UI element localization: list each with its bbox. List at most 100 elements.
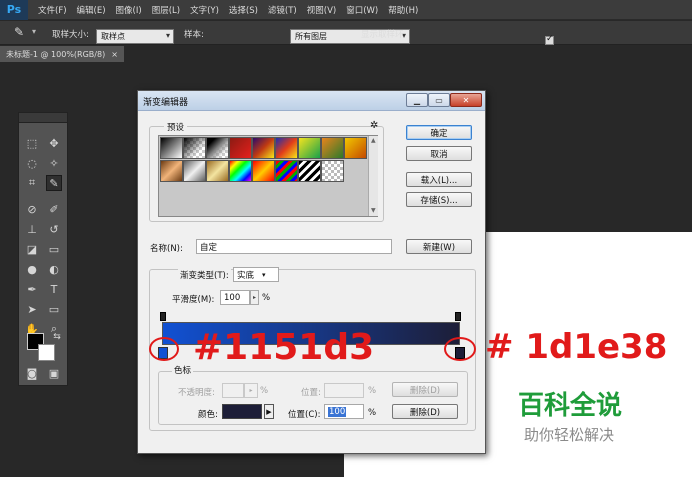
delete-color-stop-button[interactable]: 删除(D) [392,404,458,419]
history-brush-icon[interactable]: ↺ [46,221,62,237]
watermark-subtitle: 助你轻松解决 [524,426,615,444]
presets-gear-icon[interactable]: ✲ [370,120,378,131]
menu-type[interactable]: 文字(Y) [190,4,219,16]
menu-edit[interactable]: 编辑(E) [77,4,106,16]
sample-size-select[interactable]: 取样点 [96,29,174,44]
type-tool-icon[interactable]: T [46,281,62,297]
menu-file[interactable]: 文件(F) [38,4,67,16]
preset-swatch[interactable] [275,160,298,182]
smoothness-field[interactable]: 100 [220,290,250,305]
presets-scrollbar[interactable]: ▲ ▼ [368,136,378,216]
preset-swatch[interactable] [344,137,367,159]
shape-tool-icon[interactable]: ▭ [46,301,62,317]
blur-tool-icon[interactable]: ● [24,261,40,277]
document-tab[interactable]: 未标题-1 @ 100%(RGB/8) × [0,46,124,62]
preset-swatch[interactable] [183,160,206,182]
smoothness-stepper-icon[interactable]: ▸ [250,290,259,305]
preset-swatch[interactable] [229,160,252,182]
brush-tool-icon[interactable]: ✐ [46,201,62,217]
lasso-tool-icon[interactable]: ◌ [24,155,40,171]
maximize-icon[interactable]: ▭ [428,93,450,107]
tool-preset-chevron-icon[interactable]: ▾ [32,27,36,36]
move-tool-icon[interactable]: ✥ [46,135,62,151]
path-select-icon[interactable]: ➤ [24,301,40,317]
color-location-unit: % [368,408,377,418]
right-hex-annotation: # 1d1e38 [485,327,668,367]
menu-image[interactable]: 图像(I) [116,4,142,16]
preset-swatch[interactable] [252,137,275,159]
delete-opacity-stop-button: 删除(D) [392,382,458,397]
menu-select[interactable]: 选择(S) [229,4,258,16]
smoothness-unit: % [262,293,271,303]
opacity-label: 不透明度: [178,388,215,398]
color-label: 颜色: [198,410,218,420]
background-color-swatch[interactable] [38,344,55,361]
opacity-stop-left[interactable] [160,312,166,321]
gradient-type-value: 实底 [237,270,255,281]
opacity-field [222,383,244,398]
watermark-title: 百科全说 [518,391,623,421]
color-location-value: 100 [328,406,347,417]
eraser-tool-icon[interactable]: ◪ [24,241,40,257]
clone-stamp-icon[interactable]: ⊥ [24,221,40,237]
menu-view[interactable]: 视图(V) [307,4,336,16]
show-ring-checkbox[interactable] [545,34,554,45]
load-button[interactable]: 载入(L)... [406,172,472,187]
new-button[interactable]: 新建(W) [406,239,472,254]
eyedropper-tool-icon[interactable]: ✎ [14,25,24,39]
menu-filter[interactable]: 滤镜(T) [268,4,297,16]
location-unit: % [368,386,377,396]
menu-layer[interactable]: 图层(L) [152,4,180,16]
gradient-type-select[interactable]: 实底 ▾ [233,267,279,282]
preset-swatch[interactable] [229,137,252,159]
toolbox-header[interactable] [19,113,67,123]
preset-swatch[interactable] [206,160,229,182]
eyedropper-tool-icon-active[interactable]: ✎ [46,175,62,191]
preset-swatch[interactable] [298,160,321,182]
preset-swatch[interactable] [321,160,344,182]
dodge-tool-icon[interactable]: ◐ [46,261,62,277]
menu-window[interactable]: 窗口(W) [346,4,378,16]
dialog-titlebar[interactable]: 渐变编辑器 ▁ ▭ ✕ [138,91,485,111]
preset-swatch[interactable] [252,160,275,182]
left-hex-annotation: #1151d3 [193,327,375,368]
ok-button[interactable]: 确定 [406,125,472,140]
dialog-title: 渐变编辑器 [143,98,189,108]
quick-select-tool-icon[interactable]: ✧ [46,155,62,171]
quick-mask-icon[interactable]: ◙ [24,365,40,381]
menubar: Ps 文件(F) 编辑(E) 图像(I) 图层(L) 文字(Y) 选择(S) 滤… [0,0,692,20]
gradient-editor-dialog: 渐变编辑器 ▁ ▭ ✕ 预设 ✲ ▲ ▼ 确定 取消 载入(L)... 存储(S… [137,90,486,454]
preset-swatch[interactable] [160,137,183,159]
preset-swatch[interactable] [183,137,206,159]
smoothness-label: 平滑度(M): [172,295,215,305]
gradient-tool-icon[interactable]: ▭ [46,241,62,257]
menu-help[interactable]: 帮助(H) [388,4,418,16]
color-menu-arrow-icon[interactable]: ▶ [264,404,274,419]
pen-tool-icon[interactable]: ✒ [24,281,40,297]
crop-tool-icon[interactable]: ⌗ [24,175,40,191]
marquee-tool-icon[interactable]: ⬚ [24,135,40,151]
minimize-icon[interactable]: ▁ [406,93,428,107]
color-location-field[interactable]: 100 [324,404,364,419]
cancel-button[interactable]: 取消 [406,146,472,161]
preset-swatch[interactable] [206,137,229,159]
close-tab-icon[interactable]: × [111,50,118,59]
preset-swatch[interactable] [321,137,344,159]
screen-mode-icon[interactable]: ▣ [46,365,62,381]
opacity-stop-right[interactable] [455,312,461,321]
scroll-down-icon[interactable]: ▼ [371,207,376,214]
stop-color-swatch[interactable] [222,404,262,419]
healing-brush-icon[interactable]: ⊘ [24,201,40,217]
preset-swatch[interactable] [160,160,183,182]
toolbox: ⬚ ✥ ◌ ✧ ⌗ ✎ ⊘ ✐ ⊥ ↺ ◪ ▭ ● ◐ ✒ T ➤ ▭ ✋ ⌕ … [18,112,68,386]
save-button[interactable]: 存储(S)... [406,192,472,207]
name-field[interactable]: 自定 [196,239,392,254]
swap-colors-icon[interactable]: ⇆ [49,329,65,345]
document-title: 未标题-1 @ 100%(RGB/8) [6,49,106,59]
close-window-icon[interactable]: ✕ [450,93,482,107]
preset-swatch[interactable] [275,137,298,159]
preset-swatch[interactable] [298,137,321,159]
scroll-up-icon[interactable]: ▲ [371,137,376,144]
presets-panel: ▲ ▼ [158,135,378,217]
left-stop-highlight-circle [149,337,179,361]
